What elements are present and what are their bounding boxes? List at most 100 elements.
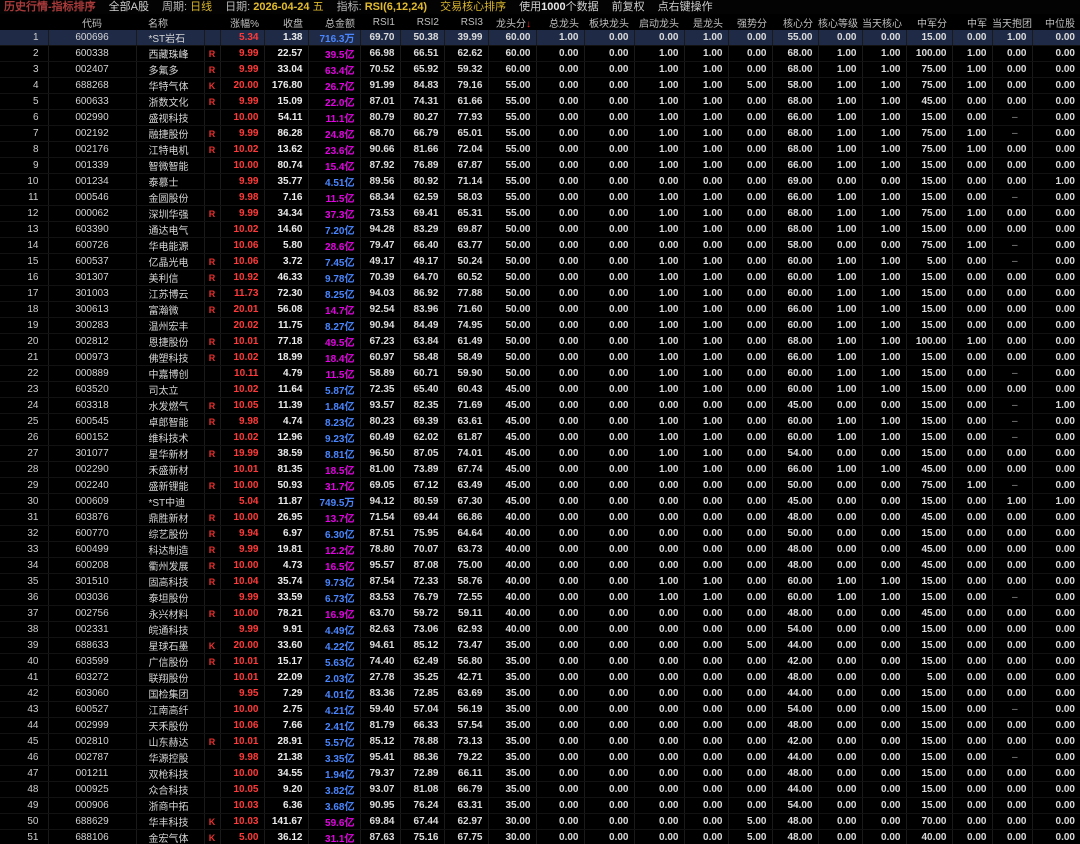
table-row[interactable]: 30 000609 *ST中迪 5.04 11.87 749.5万 94.12 80.59 67… (0, 493, 1080, 511)
dragon-score: 45.00 (488, 445, 537, 463)
table-row[interactable]: 51 688106 金宏气体 K 5.00 36.12 31.1亿 87.63 75.16 67.… (0, 829, 1080, 844)
column-header-median-stock[interactable]: 中位股 (1032, 14, 1080, 30)
core-score: 48.00 (772, 829, 819, 844)
column-header-today-core[interactable]: 当天核心 (862, 14, 906, 30)
table-row[interactable]: 34 600208 衢州发展 R 10.00 4.73 16.5亿 95.57 87.08 75.… (0, 557, 1080, 575)
table-row[interactable]: 47 001211 双枪科技 10.00 34.55 1.94亿 79.37 72.89 66.… (0, 765, 1080, 783)
table-row[interactable]: 26 600152 维科技术 10.02 12.96 9.23亿 60.49 62.02 61.… (0, 429, 1080, 447)
adjust-mode[interactable]: 前复权 (612, 0, 645, 14)
rsi2: 84.83 (400, 77, 445, 95)
stock-name: *ST岩石 (136, 30, 205, 47)
indicator-value[interactable]: RSI(6,12,24) (365, 1, 427, 13)
period-control[interactable]: 周期: 日线 (162, 0, 212, 14)
change-pct: 11.73 (220, 285, 265, 303)
table-row[interactable]: 8 002176 江特电机 R 10.02 13.62 23.6亿 90.66 81.66 72.… (0, 141, 1080, 159)
table-row[interactable]: 49 000906 浙商中拓 10.03 6.36 3.68亿 90.95 76.24 63.3… (0, 797, 1080, 815)
table-row[interactable]: 39 688633 星球石墨 K 20.00 33.60 4.22亿 94.61 85.12 73… (0, 637, 1080, 655)
column-header-turnover[interactable]: 总金额 (308, 14, 360, 30)
midarmy-score: 15.00 (906, 30, 953, 47)
rsi3: 71.60 (444, 301, 489, 319)
table-row[interactable]: 4 688268 华特气体 K 20.00 176.80 26.7亿 91.99 84.83 79… (0, 77, 1080, 95)
column-header-core-level[interactable]: 核心等级 (818, 14, 862, 30)
table-row[interactable]: 27 301077 星华新材 R 19.99 38.59 8.81亿 96.50 87.05 74… (0, 445, 1080, 463)
strength-score: 0.00 (728, 685, 773, 703)
table-row[interactable]: 19 300283 温州宏丰 20.02 11.75 8.27亿 90.94 84.49 74.… (0, 317, 1080, 335)
indicator-control[interactable]: 指标: RSI(6,12,24) (337, 0, 428, 14)
table-row[interactable]: 18 300613 富瀚微 R 20.01 56.08 14.7亿 92.54 83.96 71.… (0, 301, 1080, 319)
table-row[interactable]: 21 000973 佛塑科技 R 10.02 18.99 18.4亿 60.97 58.48 58… (0, 349, 1080, 367)
total-dragon: 0.00 (536, 349, 585, 367)
table-row[interactable]: 11 000546 金圆股份 9.98 7.16 11.5亿 68.34 62.59 58.03… (0, 189, 1080, 207)
table-row[interactable]: 23 603520 司太立 10.02 11.64 5.87亿 72.35 65.40 60.4… (0, 381, 1080, 399)
market-selector[interactable]: 全部A股 (109, 0, 149, 14)
table-row[interactable]: 33 600499 科达制造 R 9.99 19.81 12.2亿 78.80 70.07 63.… (0, 541, 1080, 559)
table-row[interactable]: 25 600545 卓郎智能 R 9.98 4.74 8.23亿 80.23 69.39 63.6… (0, 413, 1080, 431)
table-row[interactable]: 12 000062 深圳华强 R 9.99 34.34 37.3亿 73.53 69.41 65.… (0, 205, 1080, 223)
table-row[interactable]: 13 603390 通达电气 10.02 14.60 7.20亿 94.28 83.29 69.… (0, 221, 1080, 239)
sector-dragon: 0.00 (584, 365, 635, 383)
stock-name: 维科技术 (136, 429, 205, 447)
column-header-rsi2[interactable]: RSI2 (400, 14, 444, 30)
table-row[interactable]: 15 600537 亿晶光电 R 10.06 3.72 7.45亿 49.17 49.17 50.… (0, 253, 1080, 271)
rsi3: 63.77 (444, 237, 489, 255)
table-row[interactable]: 43 600527 江南高纤 10.00 2.75 4.21亿 59.40 57.04 56.1… (0, 701, 1080, 719)
column-header-change-pct[interactable]: 涨幅% (220, 14, 264, 30)
column-header-sector-dragon[interactable]: 板块龙头 (584, 14, 634, 30)
table-row[interactable]: 1 600696 *ST岩石 5.34 1.38 716.3万 69.70 50.38 39.9… (0, 30, 1080, 47)
table-row[interactable]: 48 000925 众合科技 10.05 9.20 3.82亿 93.07 81.08 66.7… (0, 781, 1080, 799)
table-row[interactable]: 29 002240 盛新锂能 R 10.00 50.93 31.7亿 69.05 67.12 63… (0, 477, 1080, 495)
table-row[interactable]: 38 002331 皖通科技 9.99 9.91 4.49亿 82.63 73.06 62.93… (0, 621, 1080, 639)
table-row[interactable]: 41 603272 联翔股份 10.01 22.09 2.03亿 27.78 35.25 42.… (0, 669, 1080, 687)
table-row[interactable]: 40 603599 广信股份 R 10.01 15.17 5.63亿 74.40 62.49 56… (0, 653, 1080, 671)
table-row[interactable]: 50 688629 华丰科技 K 10.03 141.67 59.6亿 69.84 67.44 6… (0, 813, 1080, 831)
sector-dragon: 0.00 (584, 253, 635, 271)
table-row[interactable]: 14 600726 华电能源 10.06 5.80 28.6亿 79.47 66.40 63.7… (0, 237, 1080, 255)
table-row[interactable]: 24 603318 水发燃气 R 10.05 11.39 1.84亿 93.57 82.35 71… (0, 397, 1080, 415)
table-row[interactable]: 36 003036 泰坦股份 9.99 33.59 6.73亿 83.53 76.79 72.5… (0, 589, 1080, 607)
column-header-stock-name[interactable]: 名称 (136, 14, 204, 30)
table-row[interactable]: 5 600633 浙数文化 R 9.99 15.09 22.0亿 87.01 74.31 61.6… (0, 93, 1080, 111)
table-row[interactable]: 46 002787 华源控股 9.98 21.38 3.35亿 95.41 88.36 79.2… (0, 749, 1080, 767)
midarmy: 0.00 (952, 717, 993, 735)
core-level: 0.00 (818, 477, 863, 495)
column-header-total-dragon[interactable]: 总龙头 (536, 14, 584, 30)
table-row[interactable]: 17 301003 江苏博云 R 11.73 72.30 8.25亿 94.03 86.92 77… (0, 285, 1080, 303)
date-control[interactable]: 日期: 2026-04-24 五 (225, 0, 323, 14)
column-header-dragon-score[interactable]: 龙头分↓ (488, 14, 536, 30)
table-row[interactable]: 6 002990 盛视科技 10.00 54.11 11.1亿 80.79 80.27 77.9… (0, 109, 1080, 127)
table-row[interactable]: 20 002812 恩捷股份 R 10.01 77.18 49.5亿 67.23 63.84 61… (0, 333, 1080, 351)
column-header-midarmy[interactable]: 中军 (952, 14, 992, 30)
column-header-core-score[interactable]: 核心分 (772, 14, 818, 30)
sort-mode[interactable]: 交易核心排序 (440, 0, 506, 14)
period-value[interactable]: 日线 (190, 1, 212, 13)
table-row[interactable]: 9 001339 智微智能 10.00 80.74 15.4亿 87.92 76.89 67.8… (0, 157, 1080, 175)
table-row[interactable]: 10 001234 泰慕士 9.99 35.77 4.51亿 89.56 80.92 71.14… (0, 173, 1080, 191)
table-row[interactable]: 32 600770 综艺股份 R 9.94 6.97 6.30亿 87.51 75.95 64.6… (0, 525, 1080, 543)
table-row[interactable]: 16 301307 美利信 R 10.92 46.33 9.78亿 70.39 64.70 60.… (0, 269, 1080, 287)
table-row[interactable]: 22 000889 中嘉博创 10.11 4.79 11.5亿 58.89 60.71 59.9… (0, 365, 1080, 383)
table-row[interactable]: 3 002407 多氟多 R 9.99 33.04 63.4亿 70.52 65.92 59.32… (0, 61, 1080, 79)
table-row[interactable]: 42 603060 国检集团 9.95 7.29 4.01亿 83.36 72.85 63.69… (0, 685, 1080, 703)
column-header-start-dragon[interactable]: 启动龙头 (634, 14, 684, 30)
table-row[interactable]: 31 603876 鼎胜新材 R 10.00 26.95 13.7亿 71.54 69.44 66… (0, 509, 1080, 527)
row-index: 31 (0, 509, 49, 527)
column-header-rsi3[interactable]: RSI3 (444, 14, 488, 30)
column-header-today-huddle[interactable]: 当天抱团 (992, 14, 1032, 30)
rsi2: 83.29 (400, 221, 445, 239)
median-stock: 0.00 (1032, 333, 1080, 351)
table-row[interactable]: 2 600338 西藏珠峰 R 9.99 22.57 39.5亿 66.98 66.51 62.6… (0, 45, 1080, 63)
table-row[interactable]: 37 002756 永兴材料 R 10.00 78.21 16.9亿 63.70 59.72 59… (0, 605, 1080, 623)
column-header-strength-score[interactable]: 强势分 (728, 14, 772, 30)
table-row[interactable]: 35 301510 固高科技 R 10.04 35.74 9.73亿 87.54 72.33 58… (0, 573, 1080, 591)
date-value[interactable]: 2026-04-24 (253, 1, 309, 13)
column-header-is-dragon[interactable]: 是龙头 (684, 14, 728, 30)
table-row[interactable]: 45 002810 山东赫达 R 10.01 28.91 5.57亿 85.12 78.88 73… (0, 733, 1080, 751)
column-header-stock-code[interactable]: 代码 (48, 14, 136, 30)
column-header-midarmy-score[interactable]: 中军分 (906, 14, 952, 30)
column-header-close-price[interactable]: 收盘 (264, 14, 308, 30)
table-row[interactable]: 7 002192 融捷股份 R 9.99 86.28 24.8亿 68.70 66.79 65.0… (0, 125, 1080, 143)
median-stock: 0.00 (1032, 317, 1080, 335)
table-row[interactable]: 44 002999 天禾股份 10.06 7.66 2.41亿 81.79 66.33 57.5… (0, 717, 1080, 735)
column-header-rsi1[interactable]: RSI1 (360, 14, 400, 30)
table-row[interactable]: 28 002290 禾盛新材 10.01 81.35 18.5亿 81.00 73.89 67.… (0, 461, 1080, 479)
